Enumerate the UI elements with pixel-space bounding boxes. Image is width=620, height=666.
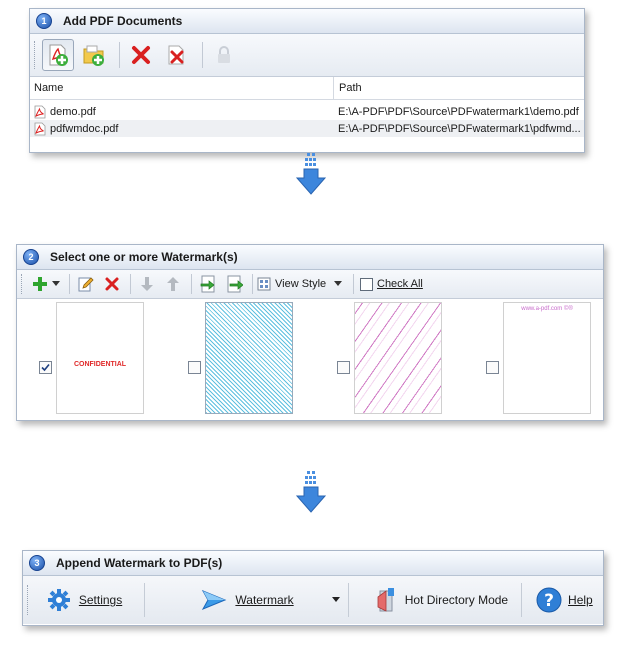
step-3-badge: 3: [29, 555, 45, 571]
checkmark-icon: [41, 363, 50, 372]
arrow-down-icon: [141, 277, 153, 291]
append-panel: 3 Append Watermark to PDF(s) Settings Wa…: [22, 550, 604, 626]
help-icon: ?: [536, 587, 562, 613]
toolbar-separator: [191, 274, 192, 294]
import-icon: [200, 275, 215, 293]
view-style-label: View Style: [275, 278, 327, 290]
toolbar-grip[interactable]: [27, 585, 31, 615]
gear-icon: [47, 589, 70, 611]
file-name: pdfwmdoc.pdf: [50, 122, 119, 135]
remove-all-icon: [168, 45, 184, 65]
hot-directory-icon: [377, 588, 394, 612]
check-all-toggle[interactable]: Check All: [360, 273, 426, 295]
watermark-gallery: CONFIDENTIAL www.a-pdf.com ©®: [17, 299, 603, 416]
dropdown-arrow-icon: [52, 281, 60, 286]
append-toolbar: Settings Watermark Hot Directory Mode ? …: [23, 576, 603, 624]
flow-arrow-down-icon: [295, 153, 327, 195]
toolbar-separator: [119, 42, 120, 68]
watermark-thumbnail[interactable]: [205, 302, 293, 414]
settings-label: Settings: [78, 593, 123, 607]
toolbar-separator: [69, 274, 70, 294]
watermark-title: Select one or more Watermark(s): [50, 250, 238, 264]
toolbar-separator: [202, 42, 203, 68]
watermark-header: 2 Select one or more Watermark(s): [17, 245, 603, 270]
export-button[interactable]: [222, 273, 246, 295]
edit-icon: [78, 277, 94, 292]
watermark-label: Watermark: [235, 593, 294, 607]
add-pdf-title: Add PDF Documents: [63, 14, 183, 28]
add-pdf-button[interactable]: [42, 39, 74, 71]
step-2-badge: 2: [23, 249, 39, 265]
thumbnail-text: CONFIDENTIAL: [73, 361, 127, 368]
add-watermark-button[interactable]: [29, 273, 63, 295]
remove-icon: [132, 46, 150, 64]
toolbar-separator: [353, 274, 354, 294]
hot-directory-button[interactable]: Hot Directory Mode: [349, 583, 523, 617]
file-path: E:\A-PDF\PDF\Source\PDFwatermark1\pdfwmd…: [338, 122, 581, 135]
add-pdf-header: 1 Add PDF Documents: [30, 9, 584, 34]
dropdown-arrow-icon[interactable]: [331, 597, 340, 603]
export-icon: [227, 275, 243, 293]
pdf-file-icon: [34, 122, 46, 135]
flow-arrow-down-icon: [295, 471, 327, 513]
help-label: Help: [568, 593, 593, 607]
file-row[interactable]: pdfwmdoc.pdf E:\A-PDF\PDF\Source\PDFwate…: [30, 120, 584, 137]
watermark-thumbnail[interactable]: [354, 302, 442, 414]
delete-icon: [105, 277, 119, 291]
view-style-icon: [257, 277, 271, 291]
remove-all-button[interactable]: [161, 39, 193, 71]
svg-text:?: ?: [544, 591, 554, 611]
thumbnail-text: www.a-pdf.com ©®: [521, 306, 573, 312]
column-path-header[interactable]: Path: [334, 77, 584, 99]
watermark-checkbox[interactable]: [39, 361, 52, 374]
settings-button[interactable]: Settings: [35, 583, 146, 617]
step-1-badge: 1: [36, 13, 52, 29]
move-up-button[interactable]: [161, 273, 185, 295]
watermark-checkbox[interactable]: [486, 361, 499, 374]
file-row[interactable]: demo.pdf E:\A-PDF\PDF\Source\PDFwatermar…: [30, 103, 584, 120]
append-header: 3 Append Watermark to PDF(s): [23, 551, 603, 576]
help-button[interactable]: ? Help: [522, 583, 603, 617]
move-down-button[interactable]: [135, 273, 159, 295]
toolbar-separator: [252, 274, 253, 294]
file-list: demo.pdf E:\A-PDF\PDF\Source\PDFwatermar…: [30, 100, 584, 137]
dropdown-arrow-icon: [334, 281, 343, 286]
watermark-panel: 2 Select one or more Watermark(s) View S…: [16, 244, 604, 421]
add-folder-button[interactable]: [78, 39, 110, 71]
hot-directory-label: Hot Directory Mode: [404, 593, 509, 607]
check-all-label: Check All: [377, 278, 423, 290]
watermark-checkbox[interactable]: [188, 361, 201, 374]
add-pdf-toolbar: [30, 34, 584, 77]
toolbar-separator: [130, 274, 131, 294]
lock-button[interactable]: [208, 39, 240, 71]
delete-watermark-button[interactable]: [100, 273, 124, 295]
append-title: Append Watermark to PDF(s): [56, 556, 223, 570]
arrow-up-icon: [167, 277, 179, 291]
view-style-button[interactable]: View Style: [257, 273, 347, 295]
watermark-thumbnail[interactable]: www.a-pdf.com ©®: [503, 302, 591, 414]
add-pdf-panel: 1 Add PDF Documents Name Path demo.pdf E…: [29, 8, 585, 153]
lock-icon: [218, 46, 230, 63]
check-all-checkbox[interactable]: [360, 277, 373, 291]
watermark-thumbnail[interactable]: CONFIDENTIAL: [56, 302, 144, 414]
add-folder-icon: [83, 45, 104, 66]
pdf-file-icon: [34, 105, 46, 118]
import-button[interactable]: [196, 273, 220, 295]
add-pdf-icon: [49, 44, 68, 66]
watermark-button[interactable]: Watermark: [145, 583, 349, 617]
watermark-toolbar: View Style Check All: [17, 270, 603, 299]
watermark-checkbox[interactable]: [337, 361, 350, 374]
file-list-header: Name Path: [30, 77, 584, 100]
file-name: demo.pdf: [50, 105, 96, 118]
column-name-header[interactable]: Name: [30, 77, 334, 99]
edit-watermark-button[interactable]: [74, 273, 98, 295]
remove-button[interactable]: [125, 39, 157, 71]
watermark-play-icon: [202, 589, 227, 611]
plus-icon: [33, 277, 47, 291]
toolbar-grip[interactable]: [34, 41, 38, 69]
toolbar-grip[interactable]: [21, 274, 25, 294]
file-path: E:\A-PDF\PDF\Source\PDFwatermark1\demo.p…: [338, 105, 579, 118]
